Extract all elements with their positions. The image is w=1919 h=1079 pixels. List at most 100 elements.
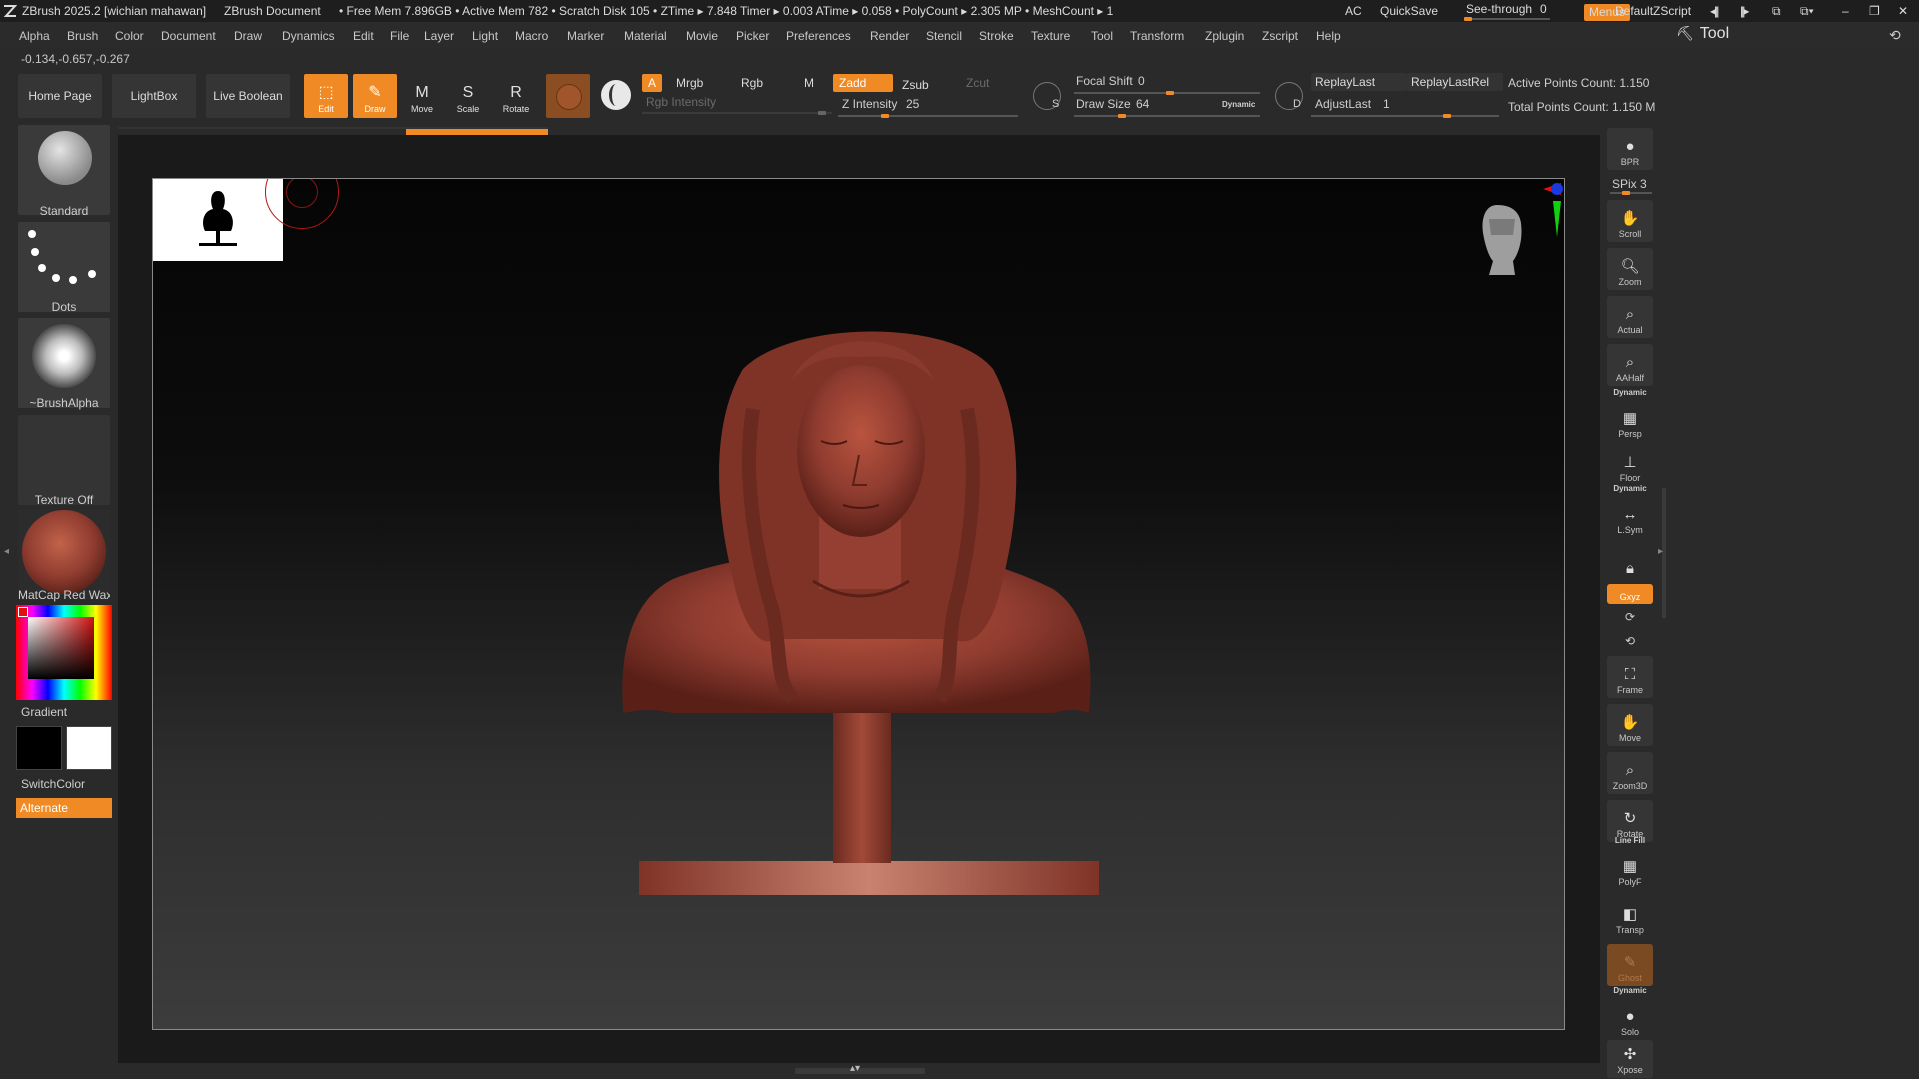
restore-icon[interactable]: ❐ <box>1869 4 1880 18</box>
menu-layer[interactable]: Layer <box>424 29 454 43</box>
left-collapse-arrow-icon[interactable]: ◂ <box>4 546 10 566</box>
menu-alpha[interactable]: Alpha <box>19 29 50 43</box>
sculpt-model[interactable] <box>153 179 1565 1030</box>
gradient-label[interactable]: Gradient <box>21 705 67 719</box>
menu-marker[interactable]: Marker <box>567 29 604 43</box>
menu-picker[interactable]: Picker <box>736 29 769 43</box>
menu-tool[interactable]: Tool <box>1091 29 1113 43</box>
a-toggle[interactable]: A <box>642 74 663 92</box>
zoom3d-button[interactable]: ⌕ Zoom3D <box>1607 752 1653 794</box>
current-color-swatch[interactable] <box>18 607 28 617</box>
draw-button[interactable]: ✎ Draw <box>353 74 397 118</box>
adjust-last-slider[interactable]: AdjustLast 1 <box>1311 95 1501 118</box>
home-page-button[interactable]: Home Page <box>18 74 102 118</box>
edit-button[interactable]: ⬚ Edit <box>304 74 348 118</box>
scroll-button[interactable]: ✋ Scroll <box>1607 200 1653 242</box>
stroke-thumbnail[interactable] <box>18 222 110 312</box>
menu-render[interactable]: Render <box>870 29 909 43</box>
rotate-z-icon[interactable]: ⟲ <box>1625 634 1635 648</box>
window-layout-icon[interactable]: ⧉ <box>1772 4 1781 19</box>
bpr-button[interactable]: ● BPR <box>1607 128 1653 170</box>
menu-zplugin[interactable]: Zplugin <box>1205 29 1244 43</box>
menu-light[interactable]: Light <box>472 29 498 43</box>
local-symmetry-button[interactable]: Dynamic ↔ L.Sym <box>1607 484 1653 538</box>
z-intensity-slider[interactable]: Z Intensity 25 <box>838 95 1018 118</box>
reset-icon[interactable]: ⟲ <box>1889 27 1901 44</box>
menu-document[interactable]: Document <box>161 29 216 43</box>
menu-stroke[interactable]: Stroke <box>979 29 1014 43</box>
persp-button[interactable]: Dynamic ▦ Persp <box>1607 388 1653 442</box>
minimize-icon[interactable]: – <box>1842 4 1849 18</box>
menu-stencil[interactable]: Stencil <box>926 29 962 43</box>
menu-macro[interactable]: Macro <box>515 29 548 43</box>
mrgb-toggle[interactable]: Mrgb <box>670 74 709 92</box>
focal-shift-slider[interactable]: Focal Shift 0 <box>1074 72 1264 95</box>
xpose-button[interactable]: ✣ Xpose <box>1607 1040 1653 1078</box>
replay-last-rel-button[interactable]: ReplayLastRel <box>1407 73 1503 91</box>
live-boolean-button[interactable]: Live Boolean <box>206 74 290 118</box>
color-picker[interactable] <box>16 605 112 700</box>
menu-zscript[interactable]: Zscript <box>1262 29 1298 43</box>
rgb-intensity-slider[interactable]: Rgb Intensity <box>642 93 832 115</box>
rgb-toggle[interactable]: Rgb <box>735 74 769 92</box>
rotate-y-icon[interactable]: ⟳ <box>1625 610 1635 624</box>
material-thumbnail[interactable] <box>18 510 110 600</box>
bottom-expand-icon[interactable]: ▴▾ <box>850 1063 860 1074</box>
material-selector[interactable] <box>546 74 590 118</box>
polyf-button[interactable]: Line Fill ▦ PolyF <box>1607 836 1653 890</box>
floor-button[interactable]: ⊥ Floor <box>1607 444 1653 486</box>
rotate-button[interactable]: R Rotate <box>494 74 538 118</box>
actual-button[interactable]: ⌕ Actual <box>1607 296 1653 338</box>
scale-button[interactable]: S Scale <box>446 74 490 118</box>
menu-dynamics[interactable]: Dynamics <box>282 29 335 43</box>
ghost-button[interactable]: ✎ Ghost <box>1607 944 1653 986</box>
menu-color[interactable]: Color <box>115 29 144 43</box>
alpha-thumbnail[interactable] <box>18 318 110 408</box>
switch-color-button[interactable]: SwitchColor <box>21 777 85 791</box>
spix-slider[interactable]: SPix 3 <box>1610 175 1654 195</box>
layout-right-icon[interactable]: |||▸ <box>1740 4 1749 18</box>
replay-last-button[interactable]: ReplayLast <box>1311 73 1407 91</box>
lightbox-button[interactable]: LightBox <box>112 74 196 118</box>
menu-preferences[interactable]: Preferences <box>786 29 851 43</box>
lock-button[interactable]: 🔒︎ <box>1607 540 1653 582</box>
zoom-button[interactable]: 🔍︎ Zoom <box>1607 248 1653 290</box>
m-toggle[interactable]: M <box>798 74 820 92</box>
zadd-toggle[interactable]: Zadd <box>833 74 893 92</box>
brush-thumbnail[interactable] <box>18 125 110 215</box>
menu-brush[interactable]: Brush <box>67 29 98 43</box>
color-square[interactable] <box>28 617 94 679</box>
frame-button[interactable]: ⛶ Frame <box>1607 656 1653 698</box>
move-button[interactable]: M Move <box>400 74 444 118</box>
menu-transform[interactable]: Transform <box>1130 29 1184 43</box>
secondary-color-swatch[interactable] <box>66 726 112 770</box>
menu-help[interactable]: Help <box>1316 29 1341 43</box>
aahalf-button[interactable]: ⌕ AAHalf <box>1607 344 1653 386</box>
gyro-sphere-icon[interactable] <box>601 80 631 110</box>
alternate-button[interactable]: Alternate <box>16 798 112 818</box>
solo-button[interactable]: Dynamic ● Solo <box>1607 986 1653 1040</box>
quicksave-button[interactable]: QuickSave <box>1380 4 1438 18</box>
right-collapse-arrow-icon[interactable]: ▸ <box>1658 546 1663 557</box>
menu-movie[interactable]: Movie <box>686 29 718 43</box>
menu-material[interactable]: Material <box>624 29 667 43</box>
transp-button[interactable]: ◧ Transp <box>1607 896 1653 938</box>
dynamic-toggle[interactable]: Dynamic <box>1222 100 1255 109</box>
primary-color-swatch[interactable] <box>16 726 62 770</box>
default-zscript[interactable]: DefaultZScript <box>1615 4 1691 18</box>
draw-size-slider[interactable]: Draw Size 64 Dynamic <box>1074 95 1264 118</box>
menu-texture[interactable]: Texture <box>1031 29 1070 43</box>
document-viewport[interactable] <box>152 178 1565 1030</box>
menu-edit[interactable]: Edit <box>353 29 374 43</box>
menu-draw[interactable]: Draw <box>234 29 262 43</box>
zcut-toggle[interactable]: Zcut <box>960 74 995 92</box>
layout-left-icon[interactable]: ◂||| <box>1710 4 1719 18</box>
xyz-button[interactable]: Gxyz <box>1607 584 1653 604</box>
move-view-button[interactable]: ✋ Move <box>1607 704 1653 746</box>
menu-file[interactable]: File <box>390 29 409 43</box>
texture-thumbnail[interactable] <box>18 415 110 505</box>
tool-panel-title[interactable]: ⛏ Tool <box>1676 25 1729 43</box>
see-through-slider[interactable]: See-through 0 <box>1462 0 1552 22</box>
zsub-toggle[interactable]: Zsub <box>896 76 935 94</box>
palette-icon[interactable]: ⧉▾ <box>1800 4 1814 19</box>
